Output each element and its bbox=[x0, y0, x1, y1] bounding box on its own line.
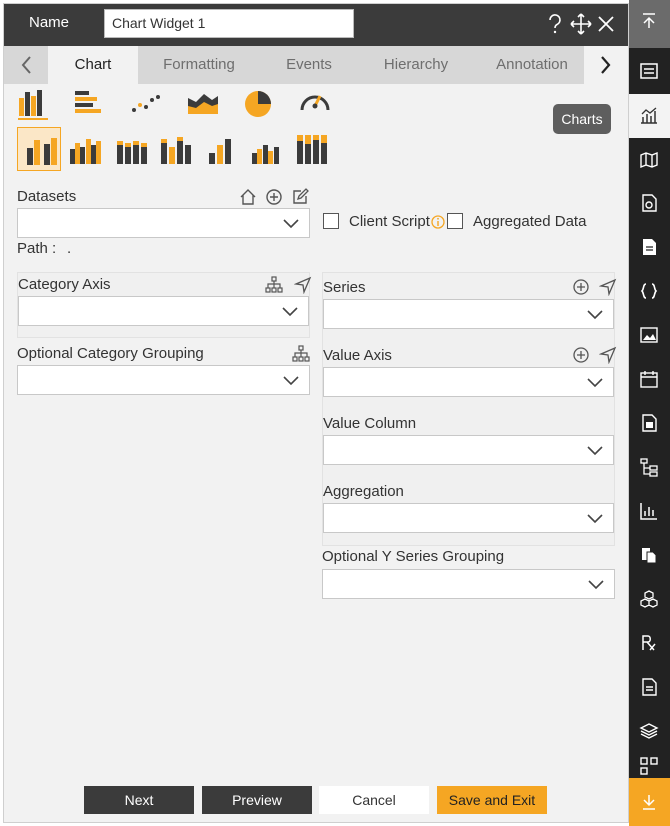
datasets-select[interactable] bbox=[17, 208, 310, 238]
move-to-bottom-icon[interactable] bbox=[629, 778, 670, 826]
cube-widget-icon[interactable] bbox=[629, 578, 670, 622]
layers-widget-icon[interactable] bbox=[629, 710, 670, 754]
pie-chart-icon[interactable] bbox=[242, 86, 276, 120]
aggregated-data-label: Aggregated Data bbox=[473, 213, 587, 230]
navigate-icon[interactable] bbox=[598, 346, 617, 365]
optional-category-grouping-label: Optional Category Grouping bbox=[17, 345, 204, 362]
scatter-chart-icon[interactable] bbox=[129, 86, 163, 120]
tab-chart[interactable]: Chart bbox=[48, 46, 138, 84]
grid-widget-icon[interactable] bbox=[629, 752, 670, 778]
category-axis-label: Category Axis bbox=[18, 276, 111, 293]
tab-formatting[interactable]: Formatting bbox=[144, 46, 254, 84]
tabs-prev-arrow[interactable] bbox=[4, 46, 48, 84]
chevron-down-icon bbox=[588, 580, 604, 590]
grouped-column-icon[interactable] bbox=[64, 127, 108, 171]
tab-hierarchy[interactable]: Hierarchy bbox=[366, 46, 466, 84]
info-icon[interactable] bbox=[431, 215, 445, 229]
save-and-exit-button[interactable]: Save and Exit bbox=[437, 786, 547, 814]
help-icon[interactable] bbox=[544, 12, 566, 36]
optional-category-grouping-select[interactable] bbox=[17, 365, 310, 395]
calculator-widget-icon[interactable] bbox=[629, 402, 670, 446]
charts-tooltip: Charts bbox=[553, 104, 611, 134]
client-script-checkbox[interactable] bbox=[323, 213, 339, 229]
home-icon[interactable] bbox=[239, 188, 257, 206]
report-widget-icon[interactable] bbox=[629, 182, 670, 226]
gauge-chart-icon[interactable] bbox=[298, 86, 332, 120]
pages-widget-icon[interactable] bbox=[629, 534, 670, 578]
form-widget-icon[interactable] bbox=[629, 50, 670, 94]
stacked-column-alt-icon[interactable] bbox=[154, 127, 198, 171]
hierarchy-icon[interactable] bbox=[292, 345, 310, 363]
bar-chart-icon[interactable] bbox=[72, 86, 106, 120]
optional-y-series-grouping-select[interactable] bbox=[322, 569, 615, 599]
cancel-button[interactable]: Cancel bbox=[319, 786, 429, 814]
chevron-down-icon bbox=[587, 310, 603, 320]
series-select[interactable] bbox=[323, 299, 614, 329]
area-chart-icon[interactable] bbox=[186, 86, 220, 120]
series-label: Series bbox=[323, 279, 366, 296]
value-column-label: Value Column bbox=[323, 415, 417, 432]
chevron-down-icon bbox=[587, 378, 603, 388]
name-label: Name bbox=[29, 14, 70, 31]
close-icon[interactable] bbox=[595, 12, 617, 36]
column-100-percent-icon[interactable] bbox=[290, 127, 334, 171]
column-chart-icon[interactable] bbox=[16, 86, 50, 120]
map-widget-icon[interactable] bbox=[629, 138, 670, 182]
client-script-label: Client Script bbox=[349, 213, 430, 230]
chevron-down-icon bbox=[283, 376, 299, 386]
script-widget-icon[interactable] bbox=[629, 270, 670, 314]
list-widget-icon[interactable] bbox=[629, 666, 670, 710]
column-3d-icon[interactable] bbox=[199, 127, 243, 171]
value-axis-select[interactable] bbox=[323, 367, 614, 397]
image-widget-icon[interactable] bbox=[629, 314, 670, 358]
chevron-down-icon bbox=[587, 514, 603, 524]
optional-y-series-grouping-label: Optional Y Series Grouping bbox=[322, 548, 505, 565]
aggregation-label: Aggregation bbox=[323, 483, 404, 500]
add-dataset-icon[interactable] bbox=[265, 188, 283, 206]
path-value: . bbox=[67, 240, 72, 257]
chevron-down-icon bbox=[283, 219, 299, 229]
value-column-select[interactable] bbox=[323, 435, 614, 465]
preview-button[interactable]: Preview bbox=[202, 786, 312, 814]
category-axis-select[interactable] bbox=[18, 296, 309, 326]
document-widget-icon[interactable] bbox=[629, 226, 670, 270]
aggregation-select[interactable] bbox=[323, 503, 614, 533]
navigate-icon[interactable] bbox=[598, 278, 617, 297]
datasets-label: Datasets bbox=[17, 188, 77, 205]
stacked-column-icon[interactable] bbox=[109, 127, 153, 171]
move-icon[interactable] bbox=[570, 12, 592, 36]
widget-header: Name Chart Widget 1 bbox=[4, 4, 628, 46]
tab-annotation[interactable]: Annotation bbox=[486, 46, 578, 84]
move-to-top-icon[interactable] bbox=[629, 0, 670, 48]
edit-dataset-icon[interactable] bbox=[291, 188, 309, 206]
tree-widget-icon[interactable] bbox=[629, 446, 670, 490]
name-input[interactable]: Chart Widget 1 bbox=[104, 9, 354, 38]
navigate-icon[interactable] bbox=[293, 276, 312, 295]
calendar-widget-icon[interactable] bbox=[629, 358, 670, 402]
tab-bar: Chart Formatting Events Hierarchy Annota… bbox=[4, 46, 628, 84]
clustered-column-icon[interactable] bbox=[17, 127, 61, 171]
aggregated-data-checkbox[interactable] bbox=[447, 213, 463, 229]
path-label: Path : bbox=[17, 240, 57, 257]
column-small-multiple-icon[interactable] bbox=[244, 127, 288, 171]
chevron-down-icon bbox=[587, 446, 603, 456]
hierarchy-icon[interactable] bbox=[265, 276, 283, 294]
add-series-icon[interactable] bbox=[572, 278, 590, 296]
rx-widget-icon[interactable] bbox=[629, 622, 670, 666]
value-axis-label: Value Axis bbox=[323, 347, 392, 364]
chevron-down-icon bbox=[282, 307, 298, 317]
kpi-widget-icon[interactable] bbox=[629, 490, 670, 534]
widget-sidebar bbox=[629, 0, 670, 826]
chart-widget-panel: Name Chart Widget 1 Chart Formatting Eve… bbox=[3, 3, 629, 823]
add-value-axis-icon[interactable] bbox=[572, 346, 590, 364]
tab-events[interactable]: Events bbox=[264, 46, 354, 84]
next-button[interactable]: Next bbox=[84, 786, 194, 814]
chart-widget-icon[interactable] bbox=[629, 94, 670, 138]
tabs-next-arrow[interactable] bbox=[584, 46, 628, 84]
